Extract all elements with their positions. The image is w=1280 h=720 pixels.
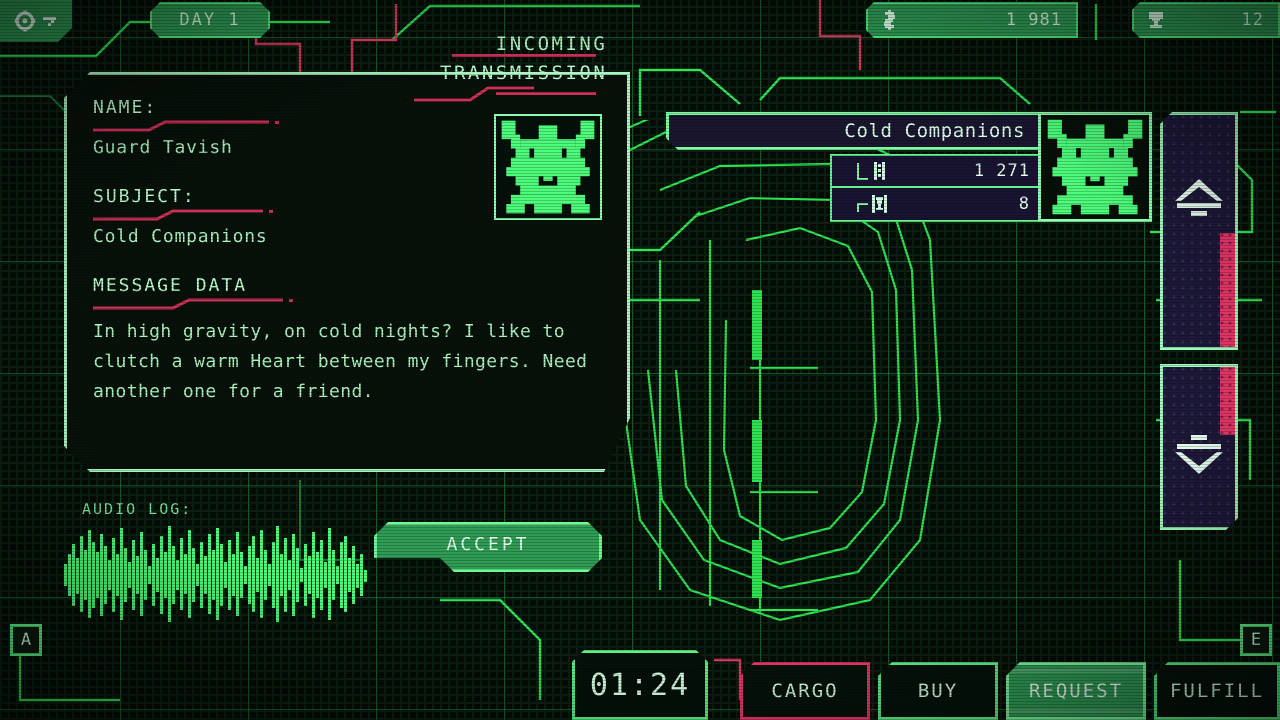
- mission-clock: 01:24: [572, 650, 708, 720]
- scroll-up-icon: [1175, 179, 1223, 216]
- audio-log-panel[interactable]: AUDIO LOG:: [64, 498, 370, 624]
- trophy-icon: [1132, 2, 1178, 38]
- scroll-down-accent: [1220, 367, 1235, 435]
- credits-value: 1 981: [1005, 10, 1062, 30]
- day-indicator: DAY 1: [150, 2, 270, 38]
- scroll-up-accent: [1220, 233, 1235, 347]
- tab-fulfill-label: FULFILL: [1169, 680, 1265, 702]
- tokens-value: 12: [1241, 10, 1264, 30]
- message-body-text: In high gravity, on cold nights? I like …: [93, 321, 588, 402]
- tab-buy[interactable]: BUY: [878, 662, 998, 720]
- transmission-accent-lines: [414, 54, 596, 102]
- credits-icon: [866, 2, 912, 38]
- waveform-icon: [64, 526, 367, 622]
- transmission-portrait: [494, 114, 602, 220]
- credits-display: 1 981: [866, 2, 1078, 38]
- scroll-down-icon: [1175, 435, 1223, 474]
- arrow-right-icon: [42, 17, 56, 26]
- reward-credits-value: 1 271: [973, 161, 1030, 181]
- credits-value-container: 1 981: [912, 2, 1078, 38]
- request-card[interactable]: Cold Companions 1 271 8: [666, 112, 1152, 230]
- incoming-transmission-header: INCOMING TRANSMISSION: [414, 30, 607, 102]
- tab-cargo[interactable]: CARGO: [740, 662, 870, 720]
- tab-request-stripe-top: [1009, 669, 1143, 673]
- audio-log-label: AUDIO LOG:: [82, 500, 193, 518]
- oni-face-icon: [501, 120, 595, 214]
- gear-icon: [14, 10, 35, 32]
- scroll-up-button[interactable]: [1160, 112, 1238, 350]
- trophy-icon: [832, 193, 924, 215]
- key-hint-right-label: E: [1250, 630, 1262, 650]
- clock-value: 01:24: [589, 667, 691, 703]
- oni-face-icon: [1047, 119, 1143, 215]
- top-bar: DAY 1 1 981 12: [0, 0, 1280, 44]
- settings-button[interactable]: [0, 0, 72, 42]
- tab-buy-label: BUY: [917, 680, 959, 702]
- reward-tokens-value: 8: [1018, 194, 1030, 214]
- tab-request[interactable]: REQUEST: [1006, 662, 1146, 720]
- tab-cargo-label: CARGO: [771, 680, 839, 702]
- credits-icon: [832, 160, 924, 182]
- tokens-display: 12: [1132, 2, 1280, 38]
- tokens-value-container: 12: [1178, 2, 1280, 38]
- message-data-label: MESSAGE DATA: [93, 275, 248, 296]
- reward-row-tokens: 8: [832, 188, 1040, 220]
- accept-label: ACCEPT: [446, 533, 530, 555]
- request-title: Cold Companions: [844, 120, 1025, 142]
- subject-field-value: Cold Companions: [93, 226, 268, 247]
- request-portrait: [1038, 112, 1152, 222]
- request-rewards: 1 271 8: [830, 154, 1042, 222]
- request-title-bar: Cold Companions: [666, 112, 1042, 150]
- reward-row-credits: 1 271: [832, 156, 1040, 188]
- key-hint-left-label: A: [20, 630, 32, 650]
- key-hint-left[interactable]: A: [10, 624, 42, 656]
- scroll-down-button[interactable]: [1160, 364, 1238, 530]
- day-label: DAY 1: [179, 10, 241, 30]
- tab-fulfill[interactable]: FULFILL: [1154, 662, 1280, 720]
- tab-request-stripe-bottom: [1009, 709, 1143, 713]
- tab-request-label: REQUEST: [1028, 680, 1124, 702]
- message-accent-rule: [93, 298, 601, 311]
- key-hint-right[interactable]: E: [1240, 624, 1272, 656]
